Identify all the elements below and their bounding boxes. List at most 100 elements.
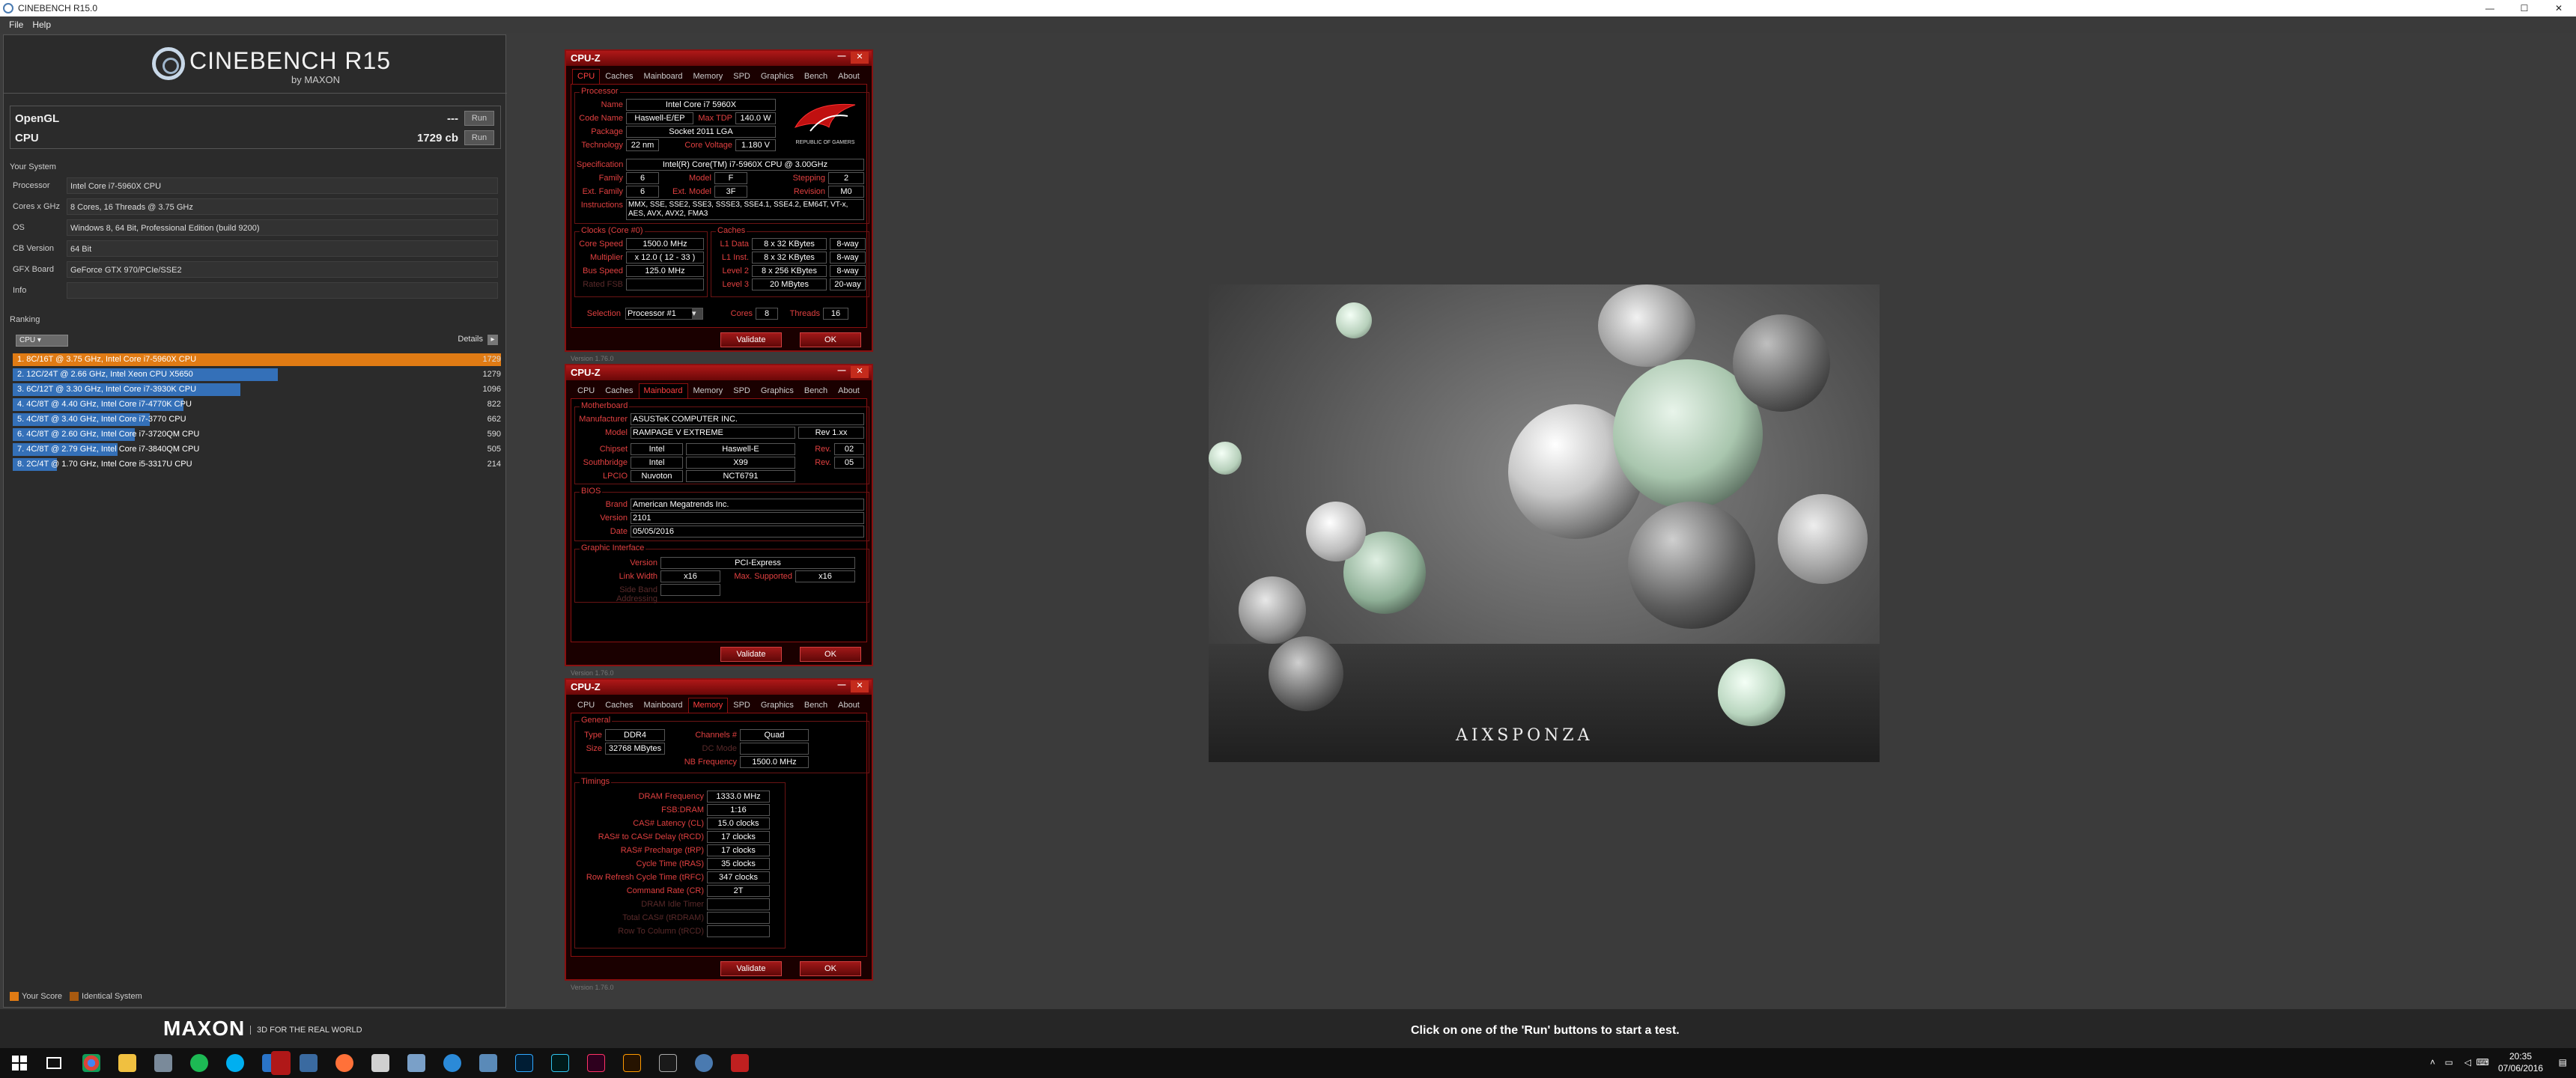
firefox-icon[interactable] [335,1054,353,1072]
tray-chevron-icon[interactable]: ˄ [2430,1057,2435,1068]
app-icon[interactable] [443,1054,461,1072]
maximize-button[interactable]: ☐ [2507,0,2542,16]
keyboard-icon[interactable]: ⌨ [2476,1057,2489,1068]
app-icon[interactable] [407,1054,425,1072]
selection-select[interactable]: Processor #1 ▾ [625,308,703,320]
cpuz-close-button[interactable]: ✕ [851,52,869,64]
indesign-icon[interactable] [587,1054,605,1072]
validate-button[interactable]: Validate [720,332,782,347]
details-toggle[interactable]: Details ▸ [458,335,498,345]
cpuz-tab-bench[interactable]: Bench [799,383,833,398]
cpuz-tab-about[interactable]: About [833,383,865,398]
volume-icon[interactable]: ◁ [2464,1057,2471,1068]
ok-button[interactable]: OK [800,332,861,347]
cpuz-taskbar-icon[interactable] [271,1051,291,1075]
cpuz-tab-graphics[interactable]: Graphics [756,698,799,713]
ranking-row[interactable]: 8. 2C/4T @ 1.70 GHz, Intel Core i5-3317U… [13,457,501,471]
cpuz-tab-memory[interactable]: Memory [688,69,729,84]
menu-help[interactable]: Help [32,19,51,30]
ranking-row[interactable]: 5. 4C/8T @ 3.40 GHz, Intel Core i7-3770 … [13,412,501,426]
task-view-icon[interactable] [45,1054,63,1072]
busspeed-value: 125.0 MHz [626,265,704,277]
cpuz-tab-mainboard[interactable]: Mainboard [639,698,688,713]
ranking-row[interactable]: 2. 12C/24T @ 2.66 GHz, Intel Xeon CPU X5… [13,368,501,381]
notification-icon[interactable]: ▤ [2559,1057,2567,1068]
instructions-label: Instructions [580,201,623,210]
lightroom-icon[interactable] [551,1054,569,1072]
caches-group-title: Caches [716,226,747,235]
cores-label: Cores [730,309,753,318]
cpuz-tab-caches[interactable]: Caches [600,383,638,398]
clock-time[interactable]: 20:35 [2498,1051,2543,1062]
ranking-score: 505 [487,445,501,454]
menu-file[interactable]: File [9,19,23,30]
spec-value: Intel(R) Core(TM) i7-5960X CPU @ 3.00GHz [626,159,864,171]
cpuz-tab-cpu[interactable]: CPU [572,69,601,84]
cpuz-close-button[interactable]: ✕ [851,366,869,378]
validate-button[interactable]: Validate [720,647,782,662]
ranking-row[interactable]: 1. 8C/16T @ 3.75 GHz, Intel Core i7-5960… [13,353,501,366]
selection-arrow-icon[interactable]: ▾ [692,308,702,319]
cpuz-minimize-button[interactable]: — [833,680,851,692]
ranking-row[interactable]: 6. 4C/8T @ 2.60 GHz, Intel Core i7-3720Q… [13,427,501,441]
skype-icon[interactable] [226,1054,244,1072]
timing-label: DRAM Frequency [638,792,704,801]
network-icon[interactable]: ▭ [2445,1057,2453,1068]
photoshop-icon[interactable] [515,1054,533,1072]
cpuz-tab-about[interactable]: About [833,69,865,84]
ranking-label: 3. 6C/12T @ 3.30 GHz, Intel Core i7-3930… [17,385,197,394]
details-arrow-icon[interactable]: ▸ [487,335,498,345]
ranking-row[interactable]: 3. 6C/12T @ 3.30 GHz, Intel Core i7-3930… [13,383,501,396]
cpuz-version: Version 1.76.0 [571,669,614,677]
ok-button[interactable]: OK [800,647,861,662]
cpuz-tab-mainboard[interactable]: Mainboard [638,383,688,398]
validate-button[interactable]: Validate [720,961,782,976]
cpuz-tab-caches[interactable]: Caches [600,698,638,713]
timing-value: 1:16 [707,804,770,816]
ranking-row[interactable]: 4. 4C/8T @ 4.40 GHz, Intel Core i7-4770K… [13,398,501,411]
cpuz-minimize-button[interactable]: — [833,366,851,378]
ranking-row[interactable]: 7. 4C/8T @ 2.79 GHz, Intel Core i7-3840Q… [13,442,501,456]
cpuz-tab-graphics[interactable]: Graphics [756,69,799,84]
cpuz-tab-graphics[interactable]: Graphics [756,383,799,398]
cpuz-tab-caches[interactable]: Caches [600,69,638,84]
cpuz-tab-spd[interactable]: SPD [728,698,756,713]
cpuz-tab-memory[interactable]: Memory [688,383,729,398]
cpu-run-button[interactable]: Run [464,130,494,145]
cpuz-tab-cpu[interactable]: CPU [572,383,600,398]
ranking-select[interactable]: CPU ▾ [16,335,68,347]
app-icon[interactable] [371,1054,389,1072]
cpuz-tab-spd[interactable]: SPD [728,383,756,398]
ranking-score: 214 [487,460,501,469]
spotify-icon[interactable] [190,1054,208,1072]
ok-button[interactable]: OK [800,961,861,976]
cpuz-tab-bench[interactable]: Bench [799,69,833,84]
close-button[interactable]: ✕ [2542,0,2576,16]
info-field[interactable] [67,282,498,299]
cpuz-close-button[interactable]: ✕ [851,680,869,692]
cinebench-taskbar-icon[interactable] [695,1054,713,1072]
cpuz-tab-mainboard[interactable]: Mainboard [639,69,688,84]
cpuz-tab-bench[interactable]: Bench [799,698,833,713]
windows-start-icon[interactable] [10,1054,28,1072]
cpuz-title: CPU-Z [571,681,601,692]
file-explorer-icon[interactable] [118,1054,136,1072]
cpuz-tab-memory[interactable]: Memory [687,698,729,713]
cpuz-tab-about[interactable]: About [833,698,865,713]
sys-row-cbversion: CB Version 64 Bit [10,239,501,258]
app-icon[interactable] [731,1054,749,1072]
opengl-run-button[interactable]: Run [464,111,494,126]
clock-date[interactable]: 07/06/2016 [2498,1063,2543,1074]
minimize-button[interactable]: — [2473,0,2507,16]
aixsponza-logo: AIXSPONZA [1456,726,1594,745]
app-icon[interactable] [659,1054,677,1072]
chrome-icon[interactable] [82,1054,100,1072]
revision-value: M0 [828,186,864,198]
app-icon[interactable] [479,1054,497,1072]
steam-icon[interactable] [300,1054,318,1072]
cpuz-tab-cpu[interactable]: CPU [572,698,600,713]
illustrator-icon[interactable] [623,1054,641,1072]
cpuz-minimize-button[interactable]: — [833,52,851,64]
app-icon[interactable] [154,1054,172,1072]
cpuz-tab-spd[interactable]: SPD [728,69,756,84]
